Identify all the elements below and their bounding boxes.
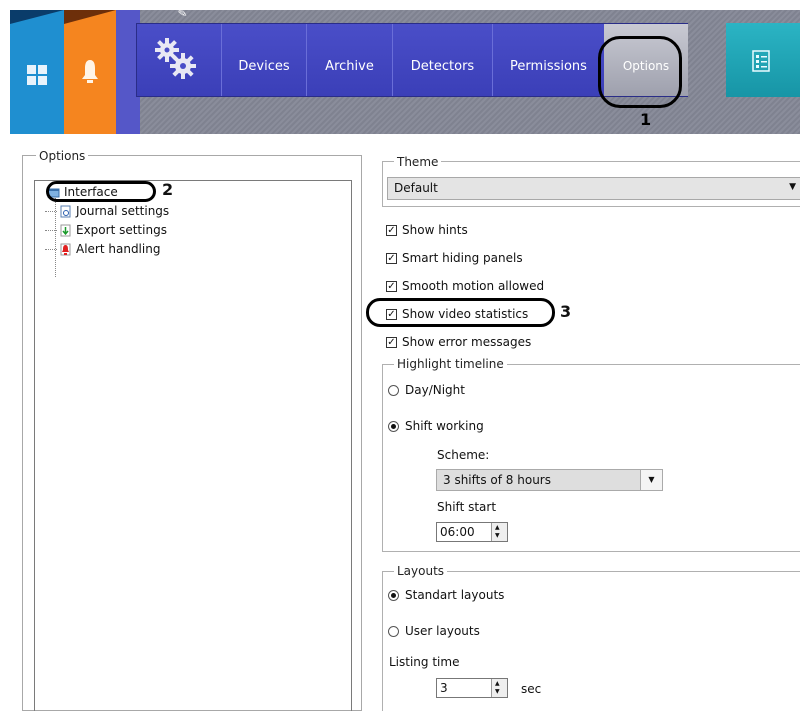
theme-group-title: Theme bbox=[394, 155, 442, 169]
checkbox-checked-icon bbox=[386, 336, 397, 348]
radio-label: Standart layouts bbox=[405, 588, 505, 602]
callout-number-3: 3 bbox=[560, 302, 572, 321]
scheme-label: Scheme: bbox=[437, 448, 490, 462]
shift-start-value: 06:00 bbox=[440, 525, 475, 539]
radio-label: Day/Night bbox=[405, 383, 465, 397]
windows-icon bbox=[27, 65, 47, 85]
chevron-down-icon: ▼ bbox=[640, 470, 662, 490]
shift-start-spinner[interactable]: 06:00 ▲ ▼ bbox=[436, 522, 508, 542]
nav-devices[interactable]: Devices bbox=[221, 24, 306, 96]
radio-on-icon bbox=[388, 589, 399, 601]
checkbox-label: Show error messages bbox=[402, 335, 532, 349]
chevron-down-icon: ▼ bbox=[789, 182, 796, 192]
tree-item-label: Journal settings bbox=[76, 204, 170, 218]
radio-on-icon bbox=[388, 420, 399, 432]
theme-select[interactable]: Default ▼ bbox=[387, 177, 800, 200]
tree-item-export-settings[interactable]: Export settings bbox=[45, 221, 167, 239]
alerts-tile[interactable] bbox=[64, 10, 116, 134]
highlight-interface-callout bbox=[46, 181, 156, 202]
show-hints-checkbox[interactable]: Show hints bbox=[386, 221, 468, 239]
nav-archive[interactable]: Archive bbox=[306, 24, 392, 96]
listing-time-value: 3 bbox=[440, 681, 448, 695]
callout-number-1: 1 bbox=[640, 110, 652, 129]
listing-time-unit: sec bbox=[521, 682, 542, 696]
scheme-select[interactable]: 3 shifts of 8 hours ▼ bbox=[436, 469, 663, 491]
spinner-arrows-icon[interactable]: ▲ ▼ bbox=[491, 523, 507, 541]
layouts-group-title: Layouts bbox=[394, 564, 448, 578]
checkbox-checked-icon bbox=[386, 224, 397, 236]
nav-detectors[interactable]: Detectors bbox=[392, 24, 492, 96]
show-error-messages-checkbox[interactable]: Show error messages bbox=[386, 333, 531, 351]
export-icon bbox=[59, 224, 72, 237]
radio-off-icon bbox=[388, 625, 399, 637]
tree-item-alert-handling[interactable]: Alert handling bbox=[45, 240, 160, 258]
radio-label: User layouts bbox=[405, 624, 480, 638]
smooth-motion-checkbox[interactable]: Smooth motion allowed bbox=[386, 277, 544, 295]
callout-number-2: 2 bbox=[162, 180, 174, 199]
listing-time-label: Listing time bbox=[389, 655, 460, 669]
checklist-icon bbox=[752, 50, 770, 72]
smart-hiding-panels-checkbox[interactable]: Smart hiding panels bbox=[386, 249, 523, 267]
checkbox-label: Smart hiding panels bbox=[402, 251, 523, 265]
shift-start-label: Shift start bbox=[437, 500, 497, 514]
gears-icon bbox=[155, 38, 196, 79]
pencil-icon: ✎ bbox=[176, 6, 189, 21]
spinner-arrows-icon[interactable]: ▲ ▼ bbox=[491, 679, 507, 697]
standart-layouts-radio[interactable]: Standart layouts bbox=[388, 586, 504, 604]
user-layouts-radio[interactable]: User layouts bbox=[388, 622, 480, 640]
day-night-radio[interactable]: Day/Night bbox=[388, 381, 465, 399]
journal-icon bbox=[59, 205, 72, 218]
bell-icon bbox=[82, 60, 98, 83]
nav-permissions[interactable]: Permissions bbox=[492, 24, 604, 96]
highlight-options-callout bbox=[598, 36, 682, 108]
options-tree bbox=[34, 180, 352, 711]
checkbox-label: Show hints bbox=[402, 223, 468, 237]
theme-select-value: Default bbox=[394, 181, 438, 195]
windows-tile[interactable] bbox=[10, 10, 64, 134]
highlight-timeline-title: Highlight timeline bbox=[394, 357, 507, 371]
shift-working-radio[interactable]: Shift working bbox=[388, 417, 484, 435]
checkbox-label: Smooth motion allowed bbox=[402, 279, 545, 293]
scheme-select-value: 3 shifts of 8 hours bbox=[443, 473, 551, 487]
radio-label: Shift working bbox=[405, 419, 484, 433]
checkbox-checked-icon bbox=[386, 252, 397, 264]
alert-icon bbox=[59, 243, 72, 256]
tree-item-label: Export settings bbox=[76, 223, 167, 237]
radio-off-icon bbox=[388, 384, 399, 396]
options-group-title: Options bbox=[36, 149, 89, 163]
highlight-video-statistics-callout bbox=[366, 298, 555, 327]
checkbox-checked-icon bbox=[386, 280, 397, 292]
tree-item-journal-settings[interactable]: Journal settings bbox=[45, 202, 169, 220]
tree-item-label: Alert handling bbox=[76, 242, 161, 256]
listing-time-spinner[interactable]: 3 ▲ ▼ bbox=[436, 678, 508, 698]
